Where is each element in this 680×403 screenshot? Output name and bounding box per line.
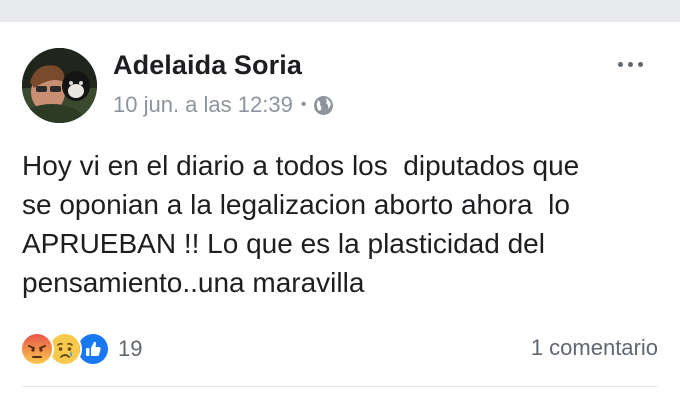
comments-count-link[interactable]: 1 comentario	[531, 335, 658, 361]
angry-reaction-icon	[20, 332, 54, 366]
post-meta: 10 jun. a las 12:39 •	[113, 92, 334, 118]
more-dot	[637, 61, 643, 67]
more-dot	[627, 61, 633, 67]
feed-background-band	[0, 0, 680, 22]
globe-icon[interactable]	[313, 95, 334, 116]
reactions-summary[interactable]: 19	[20, 332, 142, 366]
post-text: Hoy vi en el diario a todos los diputado…	[22, 150, 580, 298]
author-avatar[interactable]	[22, 48, 97, 123]
more-dot	[617, 61, 623, 67]
author-name[interactable]: Adelaida Soria	[113, 50, 302, 81]
post-timestamp[interactable]: 10 jun. a las 12:39	[113, 92, 293, 118]
meta-separator: •	[300, 96, 307, 113]
more-options-icon[interactable]	[610, 52, 650, 76]
post-divider	[22, 386, 658, 387]
post-card: Adelaida Soria 10 jun. a las 12:39 • Hoy…	[0, 22, 680, 403]
reaction-count: 19	[118, 336, 143, 361]
